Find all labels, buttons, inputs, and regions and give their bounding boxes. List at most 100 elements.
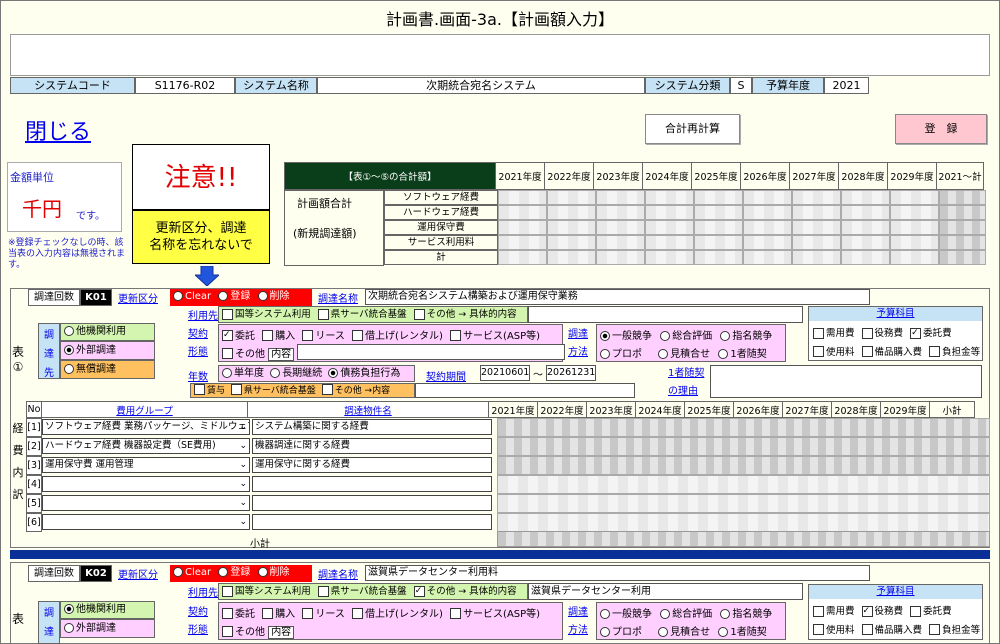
bukken-input[interactable] bbox=[252, 514, 492, 530]
riyo-link-2[interactable]: 利用先 bbox=[188, 584, 218, 599]
ichi-reason-input[interactable] bbox=[710, 365, 982, 398]
check-bihin[interactable]: 備品購入費 bbox=[861, 346, 922, 358]
check-itaku[interactable]: 委託 bbox=[222, 330, 255, 342]
check-lease-2[interactable]: リース bbox=[302, 608, 345, 620]
group-header[interactable]: 費用グループ bbox=[41, 401, 248, 418]
update-kubun-link[interactable]: 更新区分 bbox=[118, 290, 158, 305]
kikan-to[interactable]: 20261231 bbox=[546, 365, 596, 381]
procure-name-link-2[interactable]: 調達名称 bbox=[318, 566, 358, 581]
check-national-2[interactable]: 国等システム利用 bbox=[222, 585, 311, 597]
check-konyu-2[interactable]: 購入 bbox=[262, 608, 295, 620]
radio-other-agency[interactable]: 他機関利用 bbox=[60, 323, 155, 341]
check-sub-other[interactable]: その他 →内容 bbox=[321, 384, 390, 396]
check-other-2[interactable]: その他 → 具体的内容 bbox=[413, 585, 517, 597]
update-kubun-link-2[interactable]: 更新区分 bbox=[118, 566, 158, 581]
amount-cells[interactable] bbox=[497, 475, 990, 494]
bukken-input[interactable]: 機器調達に関する経費 bbox=[252, 438, 492, 454]
amount-cells[interactable] bbox=[497, 437, 990, 456]
riyo-detail-input-2[interactable]: 滋賀県データセンター利用 bbox=[528, 583, 803, 600]
check-shiyo[interactable]: 使用料 bbox=[813, 346, 855, 358]
radio-external-2[interactable]: 外部調達 bbox=[60, 619, 155, 638]
riyo-detail-input[interactable] bbox=[528, 306, 803, 323]
group-select[interactable]: ⌄ bbox=[42, 495, 250, 511]
amount-cells[interactable] bbox=[497, 456, 990, 475]
check-rental[interactable]: 借上げ(レンタル) bbox=[352, 330, 443, 342]
radio-free[interactable]: 無償調達 bbox=[60, 360, 155, 379]
radio-zuikei-2[interactable]: 1者随契 bbox=[718, 626, 767, 638]
kikan-from[interactable]: 20210601 bbox=[480, 365, 530, 381]
register-button[interactable]: 登 録 bbox=[895, 114, 987, 144]
bukken-input[interactable]: システム構築に関する経費 bbox=[252, 419, 492, 435]
check-konyu[interactable]: 購入 bbox=[262, 330, 295, 342]
check-ekimu-2[interactable]: 役務費 bbox=[861, 605, 903, 617]
check-ekimu[interactable]: 役務費 bbox=[861, 327, 903, 339]
check-sonota-2[interactable]: その他 bbox=[222, 626, 265, 638]
radio-clear[interactable]: Clear bbox=[173, 290, 211, 302]
bukken-input[interactable]: 運用保守に関する経費 bbox=[252, 457, 492, 473]
radio-clear-2[interactable]: Clear bbox=[173, 566, 211, 578]
keiyaku-link-2[interactable]: 契約 形態 bbox=[188, 604, 208, 640]
radio-saimu[interactable]: 債務負担行為 bbox=[328, 367, 400, 379]
radio-mitsumori[interactable]: 見積合せ bbox=[658, 348, 710, 360]
radio-register[interactable]: 登録 bbox=[218, 290, 250, 302]
check-futan[interactable]: 負担金等 bbox=[929, 346, 980, 358]
group-select[interactable]: 運用保守費 運用管理 ⌄ bbox=[42, 457, 250, 473]
hoho-link-2[interactable]: 調達 方法 bbox=[568, 604, 588, 640]
radio-single[interactable]: 単年度 bbox=[222, 367, 264, 379]
check-shiyo-2[interactable]: 使用料 bbox=[813, 624, 855, 636]
check-sub-pref[interactable]: 県サーバ統合基盤 bbox=[230, 384, 316, 396]
radio-propo[interactable]: プロポ bbox=[600, 348, 642, 360]
check-itakuhi[interactable]: 委託費 bbox=[910, 327, 952, 339]
riyo-link[interactable]: 利用先 bbox=[188, 307, 218, 322]
amount-cells[interactable] bbox=[497, 418, 990, 437]
amount-cells[interactable] bbox=[497, 494, 990, 513]
check-national[interactable]: 国等システム利用 bbox=[222, 308, 311, 320]
radio-shimei-2[interactable]: 指名競争 bbox=[720, 608, 772, 620]
radio-ippan-2[interactable]: 一般競争 bbox=[600, 608, 652, 620]
close-link[interactable]: 閉じる bbox=[25, 114, 91, 146]
radio-shimei[interactable]: 指名競争 bbox=[720, 330, 772, 342]
group-select[interactable]: ⌄ bbox=[42, 476, 250, 492]
check-other[interactable]: その他 → 具体的内容 bbox=[413, 308, 517, 320]
keiyaku-naiyo-input[interactable] bbox=[297, 344, 565, 360]
check-juyo[interactable]: 需用費 bbox=[813, 327, 855, 339]
ichi-link[interactable]: 1者随契 の理由 bbox=[668, 365, 704, 401]
bukken-input[interactable] bbox=[252, 476, 492, 492]
procure-name-input-2[interactable]: 滋賀県データセンター利用料 bbox=[365, 565, 870, 581]
sub-detail-input[interactable] bbox=[415, 383, 635, 398]
yosan-link[interactable]: 予算科目 bbox=[809, 307, 982, 321]
radio-register-2[interactable]: 登録 bbox=[218, 566, 250, 578]
kikan-link[interactable]: 契約期間 bbox=[426, 368, 466, 383]
nensu-link[interactable]: 年数 bbox=[188, 368, 208, 383]
group-select[interactable]: ⌄ bbox=[42, 514, 250, 530]
radio-propo-2[interactable]: プロポ bbox=[600, 626, 642, 638]
check-rental-2[interactable]: 借上げ(レンタル) bbox=[352, 608, 443, 620]
check-asp-2[interactable]: サービス(ASP等) bbox=[450, 608, 540, 620]
check-pref-server-2[interactable]: 県サーバ統合基盤 bbox=[317, 585, 407, 597]
bukken-input[interactable] bbox=[252, 495, 492, 511]
bukken-header[interactable]: 調達物件名 bbox=[247, 401, 489, 418]
recalc-button[interactable]: 合計再計算 bbox=[645, 114, 740, 144]
check-asp[interactable]: サービス(ASP等) bbox=[450, 330, 540, 342]
check-juyo-2[interactable]: 需用費 bbox=[813, 605, 855, 617]
radio-delete-2[interactable]: 削除 bbox=[257, 566, 290, 578]
group-select[interactable]: ハードウェア経費 機器設定費（SE費用) ⌄ bbox=[42, 438, 250, 454]
radio-other-agency-2[interactable]: 他機関利用 bbox=[60, 601, 155, 619]
radio-zuikei[interactable]: 1者随契 bbox=[718, 348, 767, 360]
radio-sogo-2[interactable]: 総合評価 bbox=[660, 608, 712, 620]
procure-name-input[interactable]: 次期統合宛名システム構築および運用保守業務 bbox=[365, 289, 870, 305]
check-sonota[interactable]: その他 bbox=[222, 348, 265, 360]
radio-sogo[interactable]: 総合評価 bbox=[660, 330, 712, 342]
check-bihin-2[interactable]: 備品購入費 bbox=[861, 624, 922, 636]
procure-name-link[interactable]: 調達名称 bbox=[318, 290, 358, 305]
check-itakuhi-2[interactable]: 委託費 bbox=[910, 605, 952, 617]
check-lease[interactable]: リース bbox=[302, 330, 345, 342]
check-chinyo[interactable]: 賃与 bbox=[194, 384, 225, 396]
yosan-link-2[interactable]: 予算科目 bbox=[809, 585, 982, 599]
radio-long[interactable]: 長期継続 bbox=[270, 367, 322, 379]
radio-ippan[interactable]: 一般競争 bbox=[600, 330, 652, 342]
check-itaku-2[interactable]: 委託 bbox=[222, 608, 255, 620]
group-select[interactable]: ソフトウェア経費 業務パッケージ、ミドルウェア ⌄ bbox=[42, 419, 250, 435]
radio-mitsumori-2[interactable]: 見積合せ bbox=[658, 626, 710, 638]
radio-delete[interactable]: 削除 bbox=[257, 290, 290, 302]
